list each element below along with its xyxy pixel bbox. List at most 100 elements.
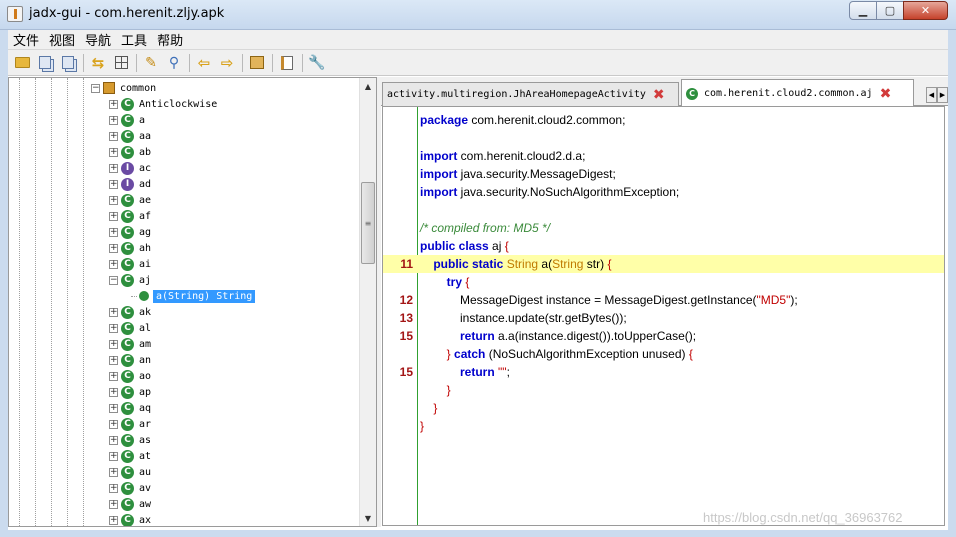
collapse-toggle[interactable]: −	[109, 275, 118, 285]
expand-toggle[interactable]: +	[109, 483, 118, 493]
open-file-button[interactable]	[11, 52, 33, 74]
tree-method-item[interactable]: a(String) String	[131, 288, 256, 304]
menu-file[interactable]: 文件	[8, 30, 44, 49]
tree-class-item[interactable]: + Can	[109, 352, 151, 368]
scroll-thumb[interactable]: ≡	[361, 182, 375, 264]
menu-navigation[interactable]: 导航	[80, 30, 116, 49]
tree-class-item[interactable]: + Cah	[109, 240, 151, 256]
tree-class-item[interactable]: + Cau	[109, 464, 151, 480]
expand-toggle[interactable]: +	[109, 435, 118, 445]
menu-view[interactable]: 视图	[44, 30, 80, 49]
expand-toggle[interactable]: +	[109, 227, 118, 237]
expand-toggle[interactable]: +	[109, 371, 118, 381]
collapse-toggle[interactable]: −	[91, 83, 100, 93]
expand-toggle[interactable]: +	[109, 115, 118, 125]
tree-class-item[interactable]: + Cai	[109, 256, 151, 272]
expand-toggle[interactable]: +	[109, 499, 118, 509]
toolbar: ⇆ ✎ ⚲ ⇦ ⇨ 🔧	[8, 50, 948, 76]
class-icon: C	[121, 273, 134, 287]
menu-tools[interactable]: 工具	[116, 30, 152, 49]
tab-aj[interactable]: C com.herenit.cloud2.common.aj ✖	[681, 79, 914, 107]
text-search-button[interactable]: ✎	[140, 52, 162, 74]
expand-toggle[interactable]: +	[109, 99, 118, 109]
expand-toggle[interactable]: +	[109, 387, 118, 397]
code-editor[interactable]: package com.herenit.cloud2.common; import…	[382, 106, 945, 526]
tree-class-item[interactable]: + Caa	[109, 128, 151, 144]
tree-class-item[interactable]: + Cag	[109, 224, 151, 240]
expand-toggle[interactable]: +	[109, 163, 118, 173]
tree-class-item[interactable]: + Caw	[109, 496, 151, 512]
sync-tree-button[interactable]: ⇆	[87, 52, 109, 74]
save-all-button[interactable]	[34, 52, 56, 74]
tree-class-item[interactable]: + Cas	[109, 432, 151, 448]
tree-class-item[interactable]: + Cat	[109, 448, 151, 464]
scroll-up-icon[interactable]: ▲	[360, 78, 376, 94]
expand-toggle[interactable]: +	[109, 211, 118, 221]
export-button[interactable]	[57, 52, 79, 74]
class-tree[interactable]: − common + C Anticlockwise + Ca + Caa + Cab + Iac +…	[8, 77, 377, 527]
close-tab-icon[interactable]: ✖	[880, 87, 894, 101]
scroll-down-icon[interactable]: ▼	[360, 510, 376, 526]
class-icon: C	[121, 481, 134, 495]
tree-class-item[interactable]: + Cap	[109, 384, 151, 400]
tree-class-item[interactable]: + Cax	[109, 512, 151, 526]
tree-class-item[interactable]: + Cam	[109, 336, 151, 352]
expand-toggle[interactable]: +	[109, 147, 118, 157]
tree-class-item[interactable]: + Iac	[109, 160, 151, 176]
toolbar-separator	[302, 53, 303, 72]
expand-toggle[interactable]: +	[109, 307, 118, 317]
tree-class-item[interactable]: + Iad	[109, 176, 151, 192]
code-line: }	[383, 417, 944, 435]
code-text: /* compiled from: MD5 */	[420, 221, 551, 235]
tab-jharea-homepage-activity[interactable]: activity.multiregion.JhAreaHomepageActiv…	[382, 82, 679, 106]
tree-class-item[interactable]: + Cav	[109, 480, 151, 496]
tree-class-item[interactable]: + C Anticlockwise	[109, 96, 217, 112]
tree-class-item[interactable]: + Cae	[109, 192, 151, 208]
preferences-button[interactable]: 🔧	[306, 52, 328, 74]
class-icon: C	[121, 497, 134, 511]
code-line: public class aj {	[383, 237, 944, 255]
tree-class-item[interactable]: + Ca	[109, 112, 145, 128]
split-pane-divider[interactable]	[377, 77, 381, 527]
close-tab-icon[interactable]: ✖	[653, 88, 667, 102]
expand-toggle[interactable]: +	[109, 131, 118, 141]
tree-class-item[interactable]: + Cab	[109, 144, 151, 160]
tree-class-item[interactable]: − Caj	[109, 272, 151, 288]
code-line: } catch (NoSuchAlgorithmException unused…	[383, 345, 944, 363]
expand-toggle[interactable]: +	[109, 195, 118, 205]
expand-toggle[interactable]: +	[109, 339, 118, 349]
tree-class-item[interactable]: + Caq	[109, 400, 151, 416]
tab-scroll-right-icon[interactable]: ▶	[937, 87, 948, 103]
tree-package-common[interactable]: − common	[91, 80, 156, 96]
class-icon: C	[121, 113, 134, 127]
tree-class-item[interactable]: + Cal	[109, 320, 151, 336]
tab-scroll-left-icon[interactable]: ◀	[926, 87, 937, 103]
expand-toggle[interactable]: +	[109, 515, 118, 525]
expand-toggle[interactable]: +	[109, 323, 118, 333]
flatten-packages-button[interactable]	[110, 52, 132, 74]
log-viewer-button[interactable]	[276, 52, 298, 74]
expand-toggle[interactable]: +	[109, 419, 118, 429]
tree-class-item[interactable]: + Cak	[109, 304, 151, 320]
expand-toggle[interactable]: +	[109, 467, 118, 477]
close-button[interactable]: ✕	[903, 1, 948, 20]
menu-help[interactable]: 帮助	[152, 30, 188, 49]
expand-toggle[interactable]: +	[109, 179, 118, 189]
forward-button[interactable]: ⇨	[216, 52, 238, 74]
class-search-button[interactable]: ⚲	[163, 52, 185, 74]
tree-scrollbar[interactable]: ▲ ≡ ▼	[359, 78, 376, 526]
expand-toggle[interactable]: +	[109, 259, 118, 269]
expand-toggle[interactable]: +	[109, 355, 118, 365]
deobfuscation-button[interactable]	[246, 52, 268, 74]
expand-toggle[interactable]: +	[109, 451, 118, 461]
tree-class-item[interactable]: + Cao	[109, 368, 151, 384]
back-button[interactable]: ⇦	[193, 52, 215, 74]
expand-toggle[interactable]: +	[109, 243, 118, 253]
tree-class-item[interactable]: + Caf	[109, 208, 151, 224]
expand-toggle[interactable]: +	[109, 403, 118, 413]
minimize-button[interactable]: ▁	[849, 1, 877, 20]
tree-class-item[interactable]: + Car	[109, 416, 151, 432]
maximize-button[interactable]: ▢	[876, 1, 904, 20]
code-text: import com.herenit.cloud2.d.a;	[420, 149, 586, 163]
